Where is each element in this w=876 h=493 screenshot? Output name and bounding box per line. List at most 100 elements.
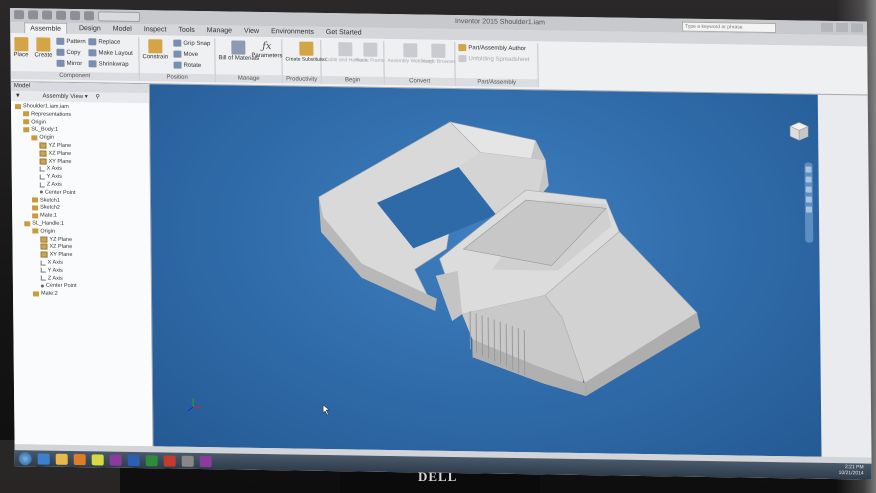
tree-node[interactable]: Z Axis [40, 275, 63, 282]
place-button[interactable]: Place [13, 37, 29, 58]
undo-icon[interactable] [70, 10, 81, 21]
tree-node[interactable]: Z Axis [39, 181, 62, 188]
tab-model[interactable]: Model [113, 24, 132, 35]
zoom-icon[interactable] [805, 186, 812, 193]
model-browser: Model ▼ Assembly View ▾ ⚲ Shoulder1.iam.… [10, 82, 154, 447]
tree-node[interactable]: Center Point [39, 189, 76, 196]
appearance-combo[interactable] [98, 11, 141, 23]
redo-icon[interactable] [84, 11, 95, 21]
steering-wheel-icon[interactable] [805, 166, 812, 173]
tree-node-label: XY Plane [48, 158, 72, 165]
tree-node[interactable]: SL_Body:1 [23, 126, 59, 134]
tree-node-label: XZ Plane [48, 150, 72, 157]
copy-button[interactable]: Copy [56, 48, 80, 56]
explorer-icon[interactable] [55, 453, 68, 465]
tree-node-label: Sketch2 [40, 204, 60, 212]
start-button[interactable] [18, 451, 32, 465]
tree-node[interactable]: Shoulder1.iam.iam [14, 103, 69, 110]
word-icon[interactable] [127, 454, 140, 466]
tree-node[interactable]: XY Plane [40, 251, 72, 258]
tree-node[interactable]: XZ Plane [40, 243, 72, 250]
app-menu-icon[interactable] [14, 10, 25, 20]
tree-node[interactable]: SL_Handle:1 [24, 220, 64, 227]
replace-button[interactable]: Replace [88, 38, 120, 46]
make-layout-button[interactable]: Make Layout [88, 49, 133, 57]
tree-node[interactable]: Y Axis [39, 174, 62, 180]
tree-node[interactable]: Mate:1 [32, 213, 57, 219]
tree-node[interactable]: YZ Plane [40, 236, 72, 243]
tree-node-label: Z Axis [47, 275, 63, 282]
tab-inspect[interactable]: Inspect [144, 24, 167, 35]
new-icon[interactable] [28, 10, 39, 20]
inventor-icon[interactable] [163, 454, 176, 467]
ilogic-button[interactable]: iLogic Browser [422, 43, 455, 65]
onenote-icon[interactable] [109, 454, 122, 466]
filter-icon[interactable]: ▼ [15, 93, 21, 99]
onenote2-icon[interactable] [199, 455, 212, 467]
tree-node[interactable]: XY Plane [39, 158, 72, 165]
part-assembly-author-button[interactable]: Part/Assembly Author [458, 44, 526, 52]
route-frame-button[interactable]: Route Frame [355, 42, 385, 64]
tree-node[interactable]: X Axis [40, 259, 63, 266]
open-icon[interactable] [42, 10, 53, 20]
tree-node[interactable]: X Axis [39, 166, 62, 172]
viewcube-icon[interactable] [788, 120, 810, 142]
media-icon[interactable] [73, 453, 86, 465]
tree-node[interactable]: XZ Plane [39, 150, 72, 157]
tree-node[interactable]: Origin [31, 135, 54, 141]
constrain-button[interactable]: Constrain [142, 39, 168, 60]
orbit-icon[interactable] [805, 196, 812, 203]
pan-icon[interactable] [805, 176, 812, 183]
tab-assemble[interactable]: Assemble [24, 22, 67, 34]
pattern-button[interactable]: Pattern [56, 37, 86, 45]
plane-icon [39, 158, 47, 165]
find-icon[interactable]: ⚲ [95, 94, 99, 100]
close-button[interactable] [850, 23, 864, 33]
tree-node[interactable]: Center Point [40, 283, 77, 289]
tree-node[interactable]: Representations [23, 111, 71, 118]
move-button[interactable]: Move [173, 50, 198, 58]
tab-tools[interactable]: Tools [178, 25, 194, 36]
graphics-viewport[interactable] [149, 84, 822, 457]
sketch-icon [31, 197, 39, 203]
frame-icon [362, 42, 378, 57]
manage-group-label: Manage [215, 74, 282, 84]
tree-node[interactable]: YZ Plane [39, 142, 72, 149]
tab-view[interactable]: View [244, 26, 259, 37]
tree-node[interactable]: Mate:2 [32, 291, 58, 297]
tree-node[interactable]: Y Axis [40, 267, 63, 274]
parameters-button[interactable]: ƒx Parameters [251, 41, 282, 59]
tab-environments[interactable]: Environments [271, 26, 314, 38]
tab-get-started[interactable]: Get Started [326, 27, 362, 39]
excel-icon[interactable] [145, 454, 158, 466]
unfolding-spreadsheet-button[interactable]: Unfolding Spreadsheet [458, 55, 530, 63]
shrinkwrap-button[interactable]: Shrinkwrap [88, 60, 129, 68]
tree-node[interactable]: Sketch1 [31, 197, 60, 204]
minimize-button[interactable] [820, 22, 834, 32]
system-clock[interactable]: 2:21 PM 10/21/2014 [839, 464, 864, 476]
maximize-button[interactable] [835, 22, 849, 33]
rotate-button[interactable]: Rotate [173, 61, 202, 69]
tree-node[interactable]: Origin [32, 228, 55, 235]
chrome-icon[interactable] [91, 453, 104, 465]
app-icon[interactable] [181, 455, 194, 467]
part-icon [23, 127, 30, 133]
shrinkwrap-icon [88, 60, 97, 68]
tab-design[interactable]: Design [79, 23, 101, 34]
sketch-icon [32, 291, 40, 297]
help-search-input[interactable]: Type a keyword or phrase [681, 21, 777, 34]
tree-node[interactable]: Origin [23, 119, 46, 125]
create-button[interactable]: Create [34, 37, 53, 59]
tab-manage[interactable]: Manage [207, 25, 232, 36]
tree-node-label: Sketch1 [39, 197, 60, 204]
view-mode-dropdown[interactable]: Assembly View ▾ [43, 94, 88, 101]
tree-node[interactable]: Sketch2 [32, 205, 60, 211]
mirror-button[interactable]: Mirror [56, 59, 83, 67]
tree-node-label: SL_Body:1 [31, 126, 59, 134]
ie-icon[interactable] [37, 452, 50, 465]
look-at-icon[interactable] [805, 206, 812, 213]
convert-group-label: Convert [384, 76, 455, 86]
save-icon[interactable] [56, 10, 67, 20]
tree-node-label: YZ Plane [48, 142, 72, 149]
grip-snap-button[interactable]: Grip Snap [173, 39, 210, 48]
